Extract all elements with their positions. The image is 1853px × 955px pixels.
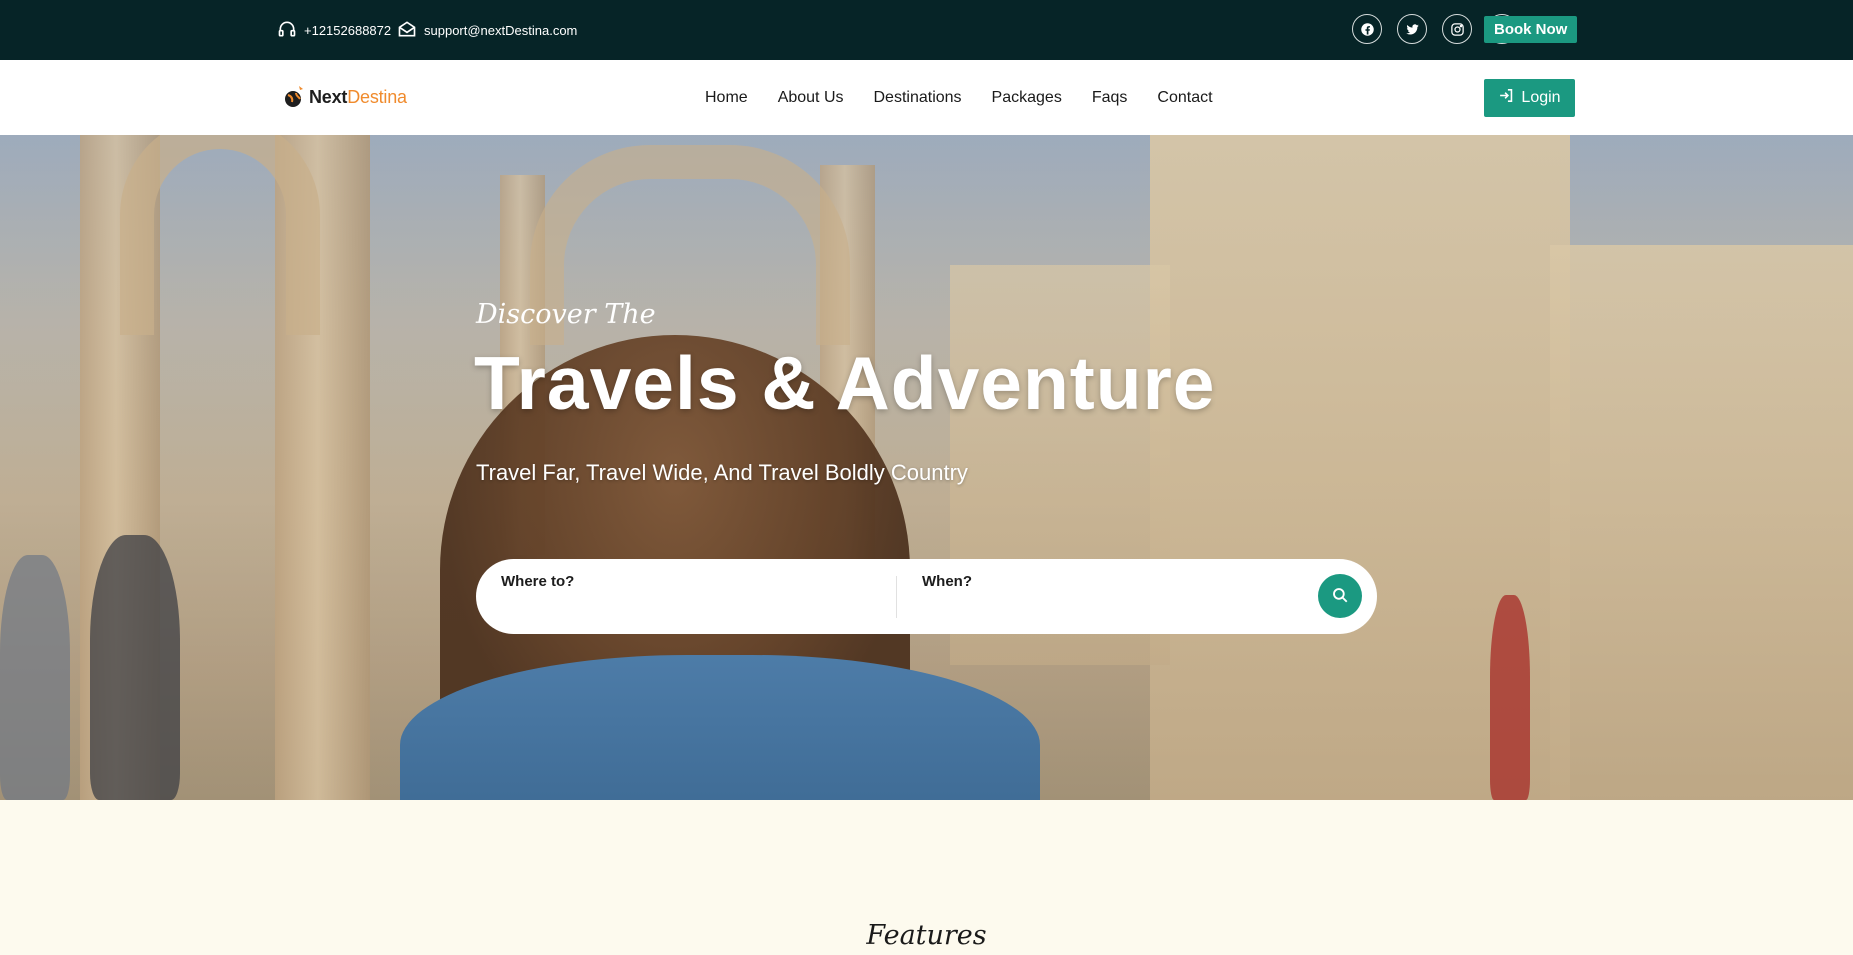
brand-name-next: Next	[309, 86, 348, 107]
phone-number: +12152688872	[304, 22, 392, 38]
nav-packages[interactable]: Packages	[992, 89, 1062, 107]
headphones-icon	[277, 19, 297, 42]
email-contact[interactable]: support@nextDestina.com	[397, 0, 577, 60]
hero-eyebrow: Discover The	[476, 299, 656, 330]
when-input[interactable]	[922, 596, 1302, 614]
nav-about-us[interactable]: About Us	[778, 89, 844, 107]
globe-plane-icon	[282, 84, 306, 110]
search-button[interactable]	[1318, 574, 1362, 618]
login-label: Login	[1521, 89, 1561, 106]
sign-in-icon	[1498, 87, 1515, 109]
phone-contact[interactable]: +12152688872	[277, 0, 391, 60]
hero-content: Discover The Travels & Adventure Travel …	[474, 135, 1476, 800]
search-icon	[1331, 586, 1349, 607]
instagram-icon[interactable]	[1442, 14, 1472, 44]
when-label: When?	[922, 573, 972, 590]
nav-faqs[interactable]: Faqs	[1092, 89, 1128, 107]
twitter-icon[interactable]	[1397, 14, 1427, 44]
hero-subheading: Travel Far, Travel Wide, And Travel Bold…	[476, 460, 968, 485]
search-bar: Where to? When?	[476, 559, 1377, 634]
brand-name-destina: Destina	[347, 86, 407, 107]
facebook-icon[interactable]	[1352, 14, 1382, 44]
top-bar: +12152688872 support@nextDestina.com Boo…	[0, 0, 1853, 60]
login-button[interactable]: Login	[1484, 79, 1575, 117]
nav-contact[interactable]: Contact	[1157, 89, 1212, 107]
hero-headline: Travels & Adventure	[474, 341, 1216, 425]
nav-destinations[interactable]: Destinations	[874, 89, 962, 107]
main-navbar: NextDestina Home About Us Destinations P…	[0, 60, 1853, 135]
where-label: Where to?	[501, 573, 575, 590]
envelope-icon	[397, 19, 417, 42]
features-title: Features	[866, 920, 987, 951]
email-address: support@nextDestina.com	[424, 22, 578, 38]
when-field[interactable]: When?	[897, 559, 1317, 634]
nav-home[interactable]: Home	[705, 89, 748, 107]
book-now-button[interactable]: Book Now	[1484, 16, 1578, 43]
primary-nav: Home About Us Destinations Packages Faqs…	[705, 60, 1213, 135]
hero-section: Discover The Travels & Adventure Travel …	[0, 135, 1853, 800]
where-field[interactable]: Where to?	[476, 559, 896, 634]
where-input[interactable]	[501, 596, 881, 614]
brand-logo[interactable]: NextDestina	[282, 84, 407, 110]
